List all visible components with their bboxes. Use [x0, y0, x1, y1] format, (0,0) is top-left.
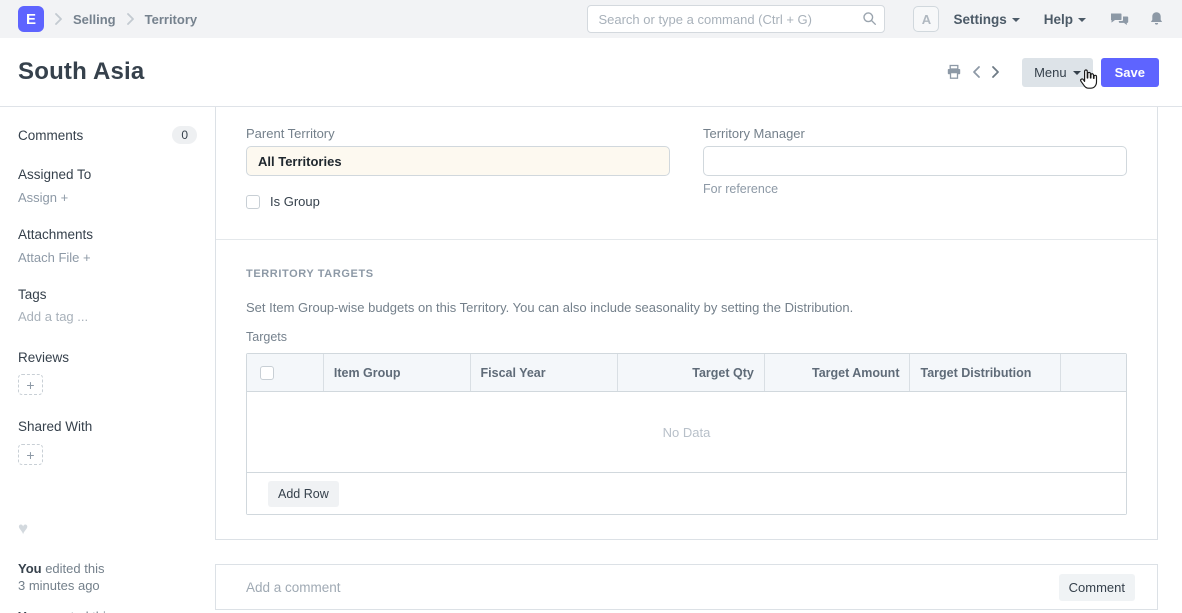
comments-count-badge: 0 [172, 126, 197, 144]
settings-label: Settings [953, 12, 1006, 27]
save-button[interactable]: Save [1101, 58, 1159, 87]
breadcrumb-selling[interactable]: Selling [73, 12, 116, 27]
parent-territory-label: Parent Territory [246, 126, 670, 141]
add-review-button[interactable]: + [18, 374, 43, 395]
share-button[interactable]: + [18, 444, 43, 465]
breadcrumb-chevron-icon [54, 13, 63, 25]
territory-manager-label: Territory Manager [703, 126, 1127, 141]
targets-grid: Item Group Fiscal Year Target Qty Target… [246, 353, 1127, 515]
targets-grid-label: Targets [246, 330, 1127, 344]
no-data-text: No Data [663, 425, 711, 440]
edited-log: You edited this 3 minutes ago [18, 560, 197, 594]
targets-grid-footer: Add Row [247, 472, 1126, 514]
next-document-icon[interactable] [991, 65, 1000, 79]
created-log: You created this [18, 608, 197, 613]
edited-time: 3 minutes ago [18, 578, 100, 593]
settings-menu[interactable]: Settings [953, 12, 1019, 27]
content-layout: Comments 0 Assigned To Assign + Attachme… [0, 107, 1182, 612]
form-section-territory-targets: TERRITORY TARGETS Set Item Group-wise bu… [216, 240, 1157, 515]
form-card: Parent Territory Is Group Territory Mana… [215, 107, 1158, 540]
help-menu[interactable]: Help [1044, 12, 1086, 27]
grid-column-actions [1061, 354, 1126, 391]
created-by-user: You [18, 609, 42, 613]
chat-messages-icon[interactable] [1110, 11, 1129, 27]
edited-by-user: You [18, 561, 42, 576]
grid-header-select-cell [247, 354, 324, 391]
grid-column-target-amount[interactable]: Target Amount [765, 354, 911, 391]
grid-column-target-qty[interactable]: Target Qty [618, 354, 765, 391]
form-sidebar: Comments 0 Assigned To Assign + Attachme… [0, 107, 215, 612]
created-action-text: created this [42, 609, 113, 613]
select-all-checkbox[interactable] [260, 366, 274, 380]
form-main: Parent Territory Is Group Territory Mana… [215, 107, 1158, 612]
comment-input[interactable] [246, 580, 1059, 595]
assign-button[interactable]: Assign + [18, 190, 197, 205]
grid-column-target-distribution[interactable]: Target Distribution [910, 354, 1061, 391]
shared-with-heading: Shared With [18, 419, 197, 434]
menu-button-label: Menu [1034, 65, 1067, 80]
global-search [587, 5, 885, 33]
breadcrumb-chevron-icon [126, 13, 135, 25]
page-header: South Asia Menu Save [0, 38, 1182, 107]
targets-grid-header: Item Group Fiscal Year Target Qty Target… [247, 354, 1126, 392]
edited-action-text: edited this [42, 561, 105, 576]
tags-heading: Tags [18, 287, 197, 302]
add-row-button[interactable]: Add Row [268, 481, 339, 507]
grid-column-item-group[interactable]: Item Group [324, 354, 471, 391]
sidebar-comments-link[interactable]: Comments [18, 128, 83, 143]
form-section-details: Parent Territory Is Group Territory Mana… [216, 107, 1157, 240]
notification-bell-icon[interactable] [1149, 11, 1164, 27]
attachments-heading: Attachments [18, 227, 197, 242]
menu-button[interactable]: Menu [1022, 58, 1093, 87]
is-group-checkbox[interactable] [246, 195, 260, 209]
add-tag-input[interactable]: Add a tag ... [18, 309, 197, 324]
breadcrumb-territory[interactable]: Territory [145, 12, 198, 27]
search-icon[interactable] [862, 11, 877, 31]
territory-manager-input[interactable] [703, 146, 1127, 176]
targets-grid-body: No Data [247, 392, 1126, 472]
chevron-down-icon [1073, 71, 1081, 75]
page-title: South Asia [18, 58, 144, 86]
assigned-to-heading: Assigned To [18, 167, 197, 182]
section-title: TERRITORY TARGETS [246, 268, 1127, 280]
page-actions: Menu Save [946, 58, 1159, 87]
print-icon[interactable] [946, 64, 962, 80]
chevron-down-icon [1012, 18, 1020, 22]
navbar: E Selling Territory A Settings Help [0, 0, 1182, 38]
territory-manager-help: For reference [703, 182, 1127, 196]
search-input[interactable] [587, 5, 885, 33]
comment-button[interactable]: Comment [1059, 574, 1135, 601]
grid-column-fiscal-year[interactable]: Fiscal Year [471, 354, 619, 391]
comment-box: Comment [215, 564, 1158, 610]
parent-territory-input[interactable] [246, 146, 670, 176]
chevron-down-icon [1078, 18, 1086, 22]
reviews-heading: Reviews [18, 350, 197, 365]
is-group-label: Is Group [270, 194, 320, 209]
like-heart-icon[interactable]: ♥ [18, 519, 197, 539]
attach-file-button[interactable]: Attach File + [18, 250, 197, 265]
previous-document-icon[interactable] [972, 65, 981, 79]
help-label: Help [1044, 12, 1073, 27]
section-description: Set Item Group-wise budgets on this Terr… [246, 300, 1127, 315]
app-logo[interactable]: E [18, 6, 44, 32]
user-avatar[interactable]: A [913, 6, 939, 32]
